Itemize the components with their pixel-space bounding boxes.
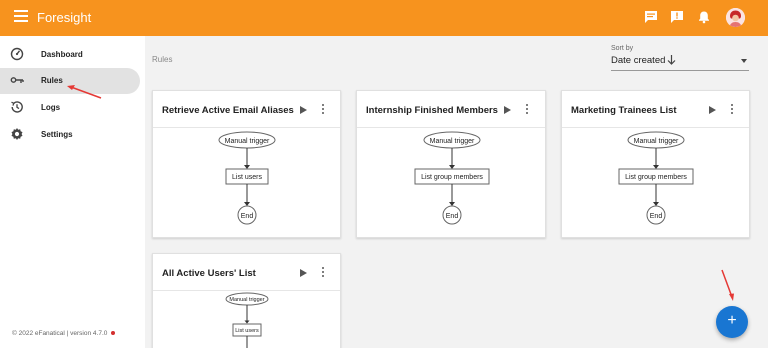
more-vert-icon[interactable]: [525, 104, 529, 116]
sidebar-item-settings[interactable]: Settings: [0, 122, 140, 148]
arrow-down-icon[interactable]: [667, 54, 676, 66]
flow-action-label: List users: [235, 328, 259, 334]
flow-trigger-label: Manual trigger: [225, 138, 270, 145]
hamburger-menu-icon[interactable]: [14, 10, 28, 24]
flow-action-label: List users: [232, 174, 262, 181]
sidebar: Dashboard Rules Logs Settings: [0, 36, 145, 348]
sidebar-item-rules[interactable]: Rules: [0, 68, 140, 94]
app-title: Foresight: [37, 10, 92, 25]
history-icon: [11, 101, 23, 113]
flow-action-label: List group members: [625, 174, 687, 181]
add-icon: +: [727, 312, 737, 329]
sidebar-item-label: Dashboard: [41, 50, 83, 59]
sidebar-item-label: Logs: [41, 103, 61, 112]
user-avatar[interactable]: [726, 8, 745, 27]
more-vert-icon[interactable]: [321, 267, 325, 279]
chevron-down-icon: [741, 59, 747, 63]
page-title: Rules: [152, 55, 173, 64]
rule-title: All Active Users' List: [162, 268, 256, 279]
more-vert-icon[interactable]: [730, 104, 734, 116]
add-rule-button[interactable]: +: [716, 306, 748, 338]
sort-by-label: Sort by: [611, 45, 634, 52]
rule-title: Internship Finished Members: [366, 105, 498, 116]
flow-end-label: End: [241, 213, 254, 220]
flow-trigger-label: Manual trigger: [430, 138, 475, 145]
rule-card[interactable]: All Active Users' List Manual trigger Li…: [152, 253, 341, 348]
more-vert-icon[interactable]: [321, 104, 325, 116]
feedback-chat-icon[interactable]: [644, 10, 658, 24]
annotation-arrow-fab: [721, 269, 733, 298]
flow-end-label: End: [446, 213, 459, 220]
rule-card[interactable]: Retrieve Active Email Aliases Manual tri…: [152, 90, 341, 238]
sidebar-item-logs[interactable]: Logs: [0, 95, 140, 121]
sidebar-item-dashboard[interactable]: Dashboard: [0, 42, 140, 68]
rule-flow-diagram: Manual trigger List users End: [218, 131, 276, 225]
footer-text: © 2022 eFanatical | version 4.7.0: [12, 330, 108, 337]
rule-card[interactable]: Marketing Trainees List Manual trigger L…: [561, 90, 750, 238]
sidebar-item-label: Settings: [41, 130, 73, 139]
sort-value: Date created: [611, 55, 666, 66]
rule-flow-diagram: Manual trigger List group members End: [414, 131, 490, 225]
flow-trigger-label: Manual trigger: [634, 138, 679, 145]
rule-title: Marketing Trainees List: [571, 105, 677, 116]
flow-trigger-label: Manual trigger: [229, 297, 264, 303]
rule-flow-diagram: Manual trigger List group members End: [618, 131, 694, 225]
flow-action-label: List group members: [421, 174, 483, 181]
notifications-bell-icon[interactable]: [697, 10, 711, 24]
rule-flow-diagram: Manual trigger List users: [225, 292, 269, 348]
play-icon[interactable]: [504, 106, 511, 114]
dashboard-icon: [10, 47, 24, 61]
sort-by-select[interactable]: Date created: [611, 54, 749, 71]
rules-icon: [10, 77, 24, 83]
play-icon[interactable]: [709, 106, 716, 114]
top-app-bar: Foresight: [0, 0, 768, 36]
announcement-icon[interactable]: [670, 10, 684, 24]
rule-card[interactable]: Internship Finished Members Manual trigg…: [356, 90, 546, 238]
sidebar-item-label: Rules: [41, 76, 63, 85]
rule-title: Retrieve Active Email Aliases: [162, 105, 294, 116]
play-icon[interactable]: [300, 106, 307, 114]
gear-icon: [11, 128, 23, 140]
version-footer: © 2022 eFanatical | version 4.7.0: [12, 330, 116, 337]
play-icon[interactable]: [300, 269, 307, 277]
flow-end-label: End: [650, 213, 663, 220]
status-dot-icon: [111, 331, 116, 336]
